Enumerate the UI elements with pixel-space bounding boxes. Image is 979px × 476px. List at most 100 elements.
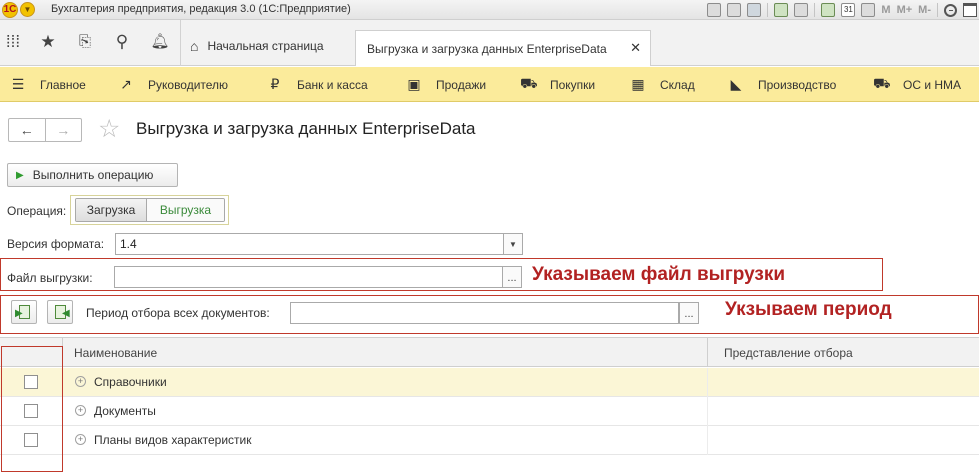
section-label: Руководителю: [148, 77, 229, 92]
forward-arrow-icon[interactable]: →: [44, 119, 82, 141]
separator: [814, 3, 816, 17]
unselect-all-button[interactable]: ◀: [47, 300, 73, 324]
divider: [180, 20, 181, 66]
export-file-label: Файл выгрузки:: [7, 271, 93, 285]
factory-icon: ◣: [730, 76, 742, 92]
section-label: Склад: [660, 77, 695, 92]
section-production[interactable]: ◣ Производство: [728, 67, 837, 102]
grid-menu-icon[interactable]: ⁞⁞⁞: [3, 32, 23, 52]
main-menu-dropdown-icon[interactable]: ▼: [20, 2, 35, 17]
bag-icon: ▣: [407, 76, 421, 92]
section-label: Покупки: [550, 77, 596, 92]
spreadsheet-icon[interactable]: [821, 3, 836, 17]
table-header: Наименование Представление отбора: [0, 337, 979, 367]
history-icon[interactable]: ⎘: [75, 32, 95, 52]
column-divider: [707, 368, 708, 397]
title-bar: 1С ▼ Бухгалтерия предприятия, редакция 3…: [0, 0, 979, 20]
save-icon[interactable]: [707, 3, 722, 17]
period-select-button[interactable]: ...: [679, 302, 699, 324]
period-input[interactable]: [290, 302, 679, 324]
arrow-right-icon: ▶: [15, 308, 23, 319]
calendar-icon[interactable]: 31: [841, 3, 856, 17]
separator: [767, 3, 769, 17]
navigation-buttons: ← →: [8, 118, 82, 142]
section-label: Банк и касса: [297, 77, 368, 92]
operation-toggle: Загрузка Выгрузка: [75, 198, 225, 222]
notifications-bell-icon[interactable]: 🔔︎: [150, 32, 170, 52]
cart-icon: ⛟: [520, 75, 538, 91]
favorites-star-icon[interactable]: ★: [38, 32, 58, 52]
section-label: ОС и НМА: [903, 77, 962, 92]
page-title: Выгрузка и загрузка данных EnterpriseDat…: [136, 119, 476, 138]
print-icon[interactable]: [727, 3, 742, 17]
back-arrow-icon[interactable]: ←: [9, 119, 45, 141]
search-icon[interactable]: ⚲: [112, 32, 132, 52]
tab-enterprisedata[interactable]: Выгрузка и загрузка данных EnterpriseDat…: [355, 30, 651, 66]
expand-icon[interactable]: +: [75, 434, 86, 445]
table-row[interactable]: + Документы: [0, 397, 979, 426]
tab-enterprisedata-label: Выгрузка и загрузка данных EnterpriseDat…: [367, 41, 607, 56]
operation-import-option[interactable]: Загрузка: [76, 199, 147, 221]
export-file-input[interactable]: [114, 266, 503, 288]
format-version-select[interactable]: 1.4: [115, 233, 504, 255]
section-main[interactable]: ☰ Главное: [10, 67, 86, 102]
app-logo-icon[interactable]: 1С: [2, 2, 18, 18]
home-icon: ⌂: [190, 38, 199, 54]
table-row[interactable]: + Справочники: [0, 368, 979, 397]
objects-table: Наименование Представление отбора + Спра…: [0, 337, 979, 476]
annotation-frame-checkboxes: [1, 346, 63, 472]
window-title: Бухгалтерия предприятия, редакция 3.0 (1…: [51, 3, 351, 15]
row-name: Справочники: [94, 375, 167, 389]
section-bank[interactable]: ₽ Банк и касса: [267, 67, 368, 102]
memory-m-button[interactable]: M: [881, 4, 890, 16]
attach-icon[interactable]: [774, 3, 789, 17]
annotation-period-text: Укзываем период: [725, 299, 892, 320]
truck-icon: ⛟: [873, 75, 891, 91]
tab-home-label: Начальная страница: [207, 39, 324, 53]
operation-export-option[interactable]: Выгрузка: [147, 199, 224, 221]
mail-icon[interactable]: [794, 3, 809, 17]
section-bar: ☰ Главное ↗ Руководителю ₽ Банк и касса …: [0, 67, 979, 102]
section-manager[interactable]: ↗ Руководителю: [118, 67, 228, 102]
play-icon: ▶: [16, 169, 24, 181]
section-sales[interactable]: ▣ Продажи: [406, 67, 486, 102]
section-label: Производство: [758, 77, 837, 92]
zoom-icon[interactable]: [944, 3, 957, 17]
section-label: Главное: [40, 77, 86, 92]
export-file-browse-button[interactable]: ...: [502, 266, 522, 288]
arrow-left-icon: ◀: [62, 308, 70, 319]
window-menu-icon[interactable]: [963, 3, 977, 17]
column-divider: [707, 426, 708, 455]
section-warehouse[interactable]: ▦ Склад: [630, 67, 695, 102]
operation-label: Операция:: [7, 204, 67, 218]
column-divider: [707, 338, 708, 367]
preview-icon[interactable]: [747, 3, 762, 17]
memory-plus-button[interactable]: M+: [897, 4, 913, 16]
menu-icon: ☰: [11, 76, 25, 92]
expand-icon[interactable]: +: [75, 376, 86, 387]
column-divider: [707, 397, 708, 426]
chevron-down-icon[interactable]: ▼: [503, 233, 523, 255]
run-operation-button[interactable]: ▶ Выполнить операцию: [7, 163, 178, 187]
column-header-filter[interactable]: Представление отбора: [724, 338, 853, 367]
format-version-label: Версия формата:: [7, 237, 105, 251]
annotation-file-text: Указываем файл выгрузки: [532, 264, 786, 285]
separator: [937, 3, 938, 17]
close-icon[interactable]: ✕: [630, 40, 641, 56]
ruble-icon: ₽: [270, 76, 280, 92]
table-row[interactable]: + Планы видов характеристик: [0, 426, 979, 455]
expand-icon[interactable]: +: [75, 405, 86, 416]
row-name: Планы видов характеристик: [94, 433, 252, 447]
add-favorite-star-icon[interactable]: ☆: [98, 115, 120, 143]
calculator-icon[interactable]: [861, 3, 876, 17]
trend-icon: ↗: [120, 76, 132, 92]
section-purchases[interactable]: ⛟ Покупки: [520, 67, 595, 102]
section-assets[interactable]: ⛟ ОС и НМА: [873, 67, 961, 102]
select-all-button[interactable]: ▶: [11, 300, 37, 324]
memory-minus-button[interactable]: M-: [918, 4, 931, 16]
tab-home[interactable]: ⌂ Начальная страница: [190, 30, 324, 62]
row-name: Документы: [94, 404, 156, 418]
column-header-name[interactable]: Наименование: [74, 338, 157, 367]
period-label: Период отбора всех документов:: [86, 306, 270, 320]
run-operation-label: Выполнить операцию: [32, 168, 154, 182]
